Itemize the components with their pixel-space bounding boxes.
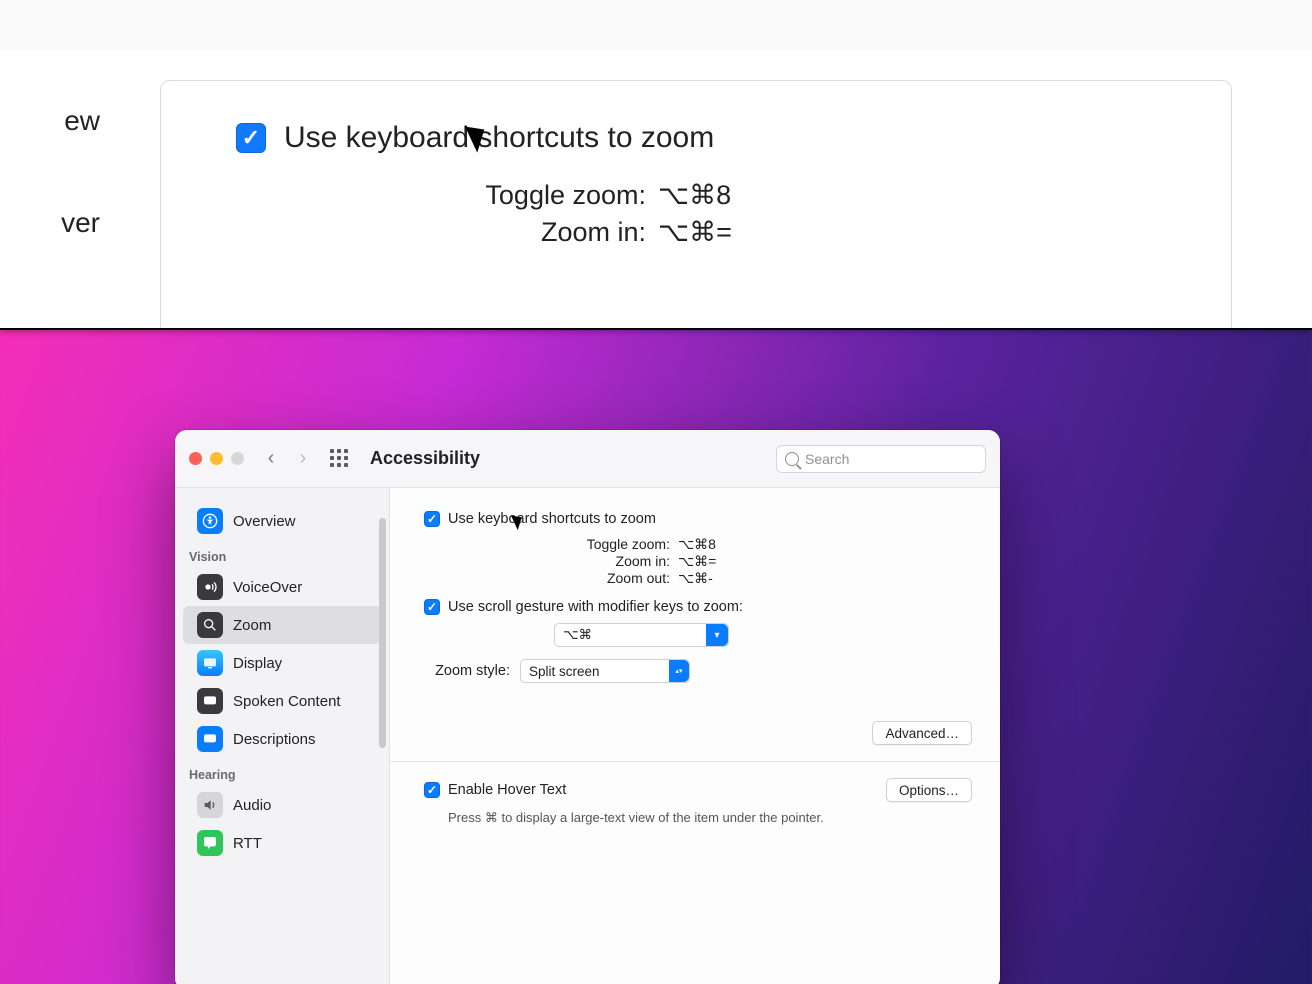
updown-caret-icon: ▴▾	[669, 660, 689, 682]
advanced-button[interactable]: Advanced…	[872, 721, 972, 745]
sidebar-item-rtt[interactable]: RTT	[183, 824, 381, 862]
zoom-style-label: Zoom style:	[424, 663, 510, 679]
spoken-content-icon	[197, 688, 223, 714]
modifier-key-select[interactable]: ⌥⌘ ▾	[554, 623, 729, 647]
fullscreen-button[interactable]	[231, 452, 244, 465]
accessibility-icon	[197, 508, 223, 534]
advanced-button-label: Advanced…	[885, 726, 959, 741]
zoom-split-overlay: ew ver Use keyboard shortcuts to zoom To…	[0, 0, 1312, 330]
sidebar-label-voiceover: VoiceOver	[233, 579, 302, 596]
overlay-frag-text-1: ew	[0, 50, 100, 137]
overlay-use-kb-row: Use keyboard shortcuts to zoom	[236, 121, 1231, 155]
options-button-label: Options…	[899, 783, 959, 798]
zoom-out-keys: ⌥⌘-	[678, 570, 713, 587]
minimize-button[interactable]	[210, 452, 223, 465]
sidebar-scrollbar-thumb[interactable]	[379, 518, 386, 748]
use-scroll-gesture-checkbox[interactable]	[424, 599, 440, 615]
overlay-frag-text-2: ver	[0, 137, 100, 239]
overlay-use-kb-checkbox[interactable]	[236, 123, 266, 153]
overlay-toggle-label: Toggle zoom:	[471, 180, 646, 211]
shortcut-list: Toggle zoom: ⌥⌘8 Zoom in: ⌥⌘= Zoom out: …	[570, 536, 972, 587]
zoom-in-label: Zoom in:	[570, 553, 670, 570]
svg-text:99: 99	[207, 736, 213, 742]
sidebar-label-descriptions: Descriptions	[233, 731, 316, 748]
sidebar-label-display: Display	[233, 655, 282, 672]
sidebar-label-overview: Overview	[233, 513, 296, 530]
overlay-titlebar-frag	[0, 0, 1312, 50]
use-kb-shortcuts-checkbox[interactable]	[424, 511, 440, 527]
overlay-use-kb-label: Use keyboard shortcuts to zoom	[284, 121, 714, 155]
sidebar-item-spoken[interactable]: Spoken Content	[183, 682, 381, 720]
overlay-shortcut-list: Toggle zoom: ⌥⌘8 Zoom in: ⌥⌘=	[471, 180, 1231, 248]
sidebar: Overview Vision VoiceOver Zoom Displa	[175, 488, 390, 984]
show-all-grid-icon[interactable]	[330, 449, 350, 469]
zoom-style-value: Split screen	[529, 664, 600, 679]
sidebar-item-zoom[interactable]: Zoom	[183, 606, 381, 644]
overlay-in-keys: ⌥⌘=	[658, 217, 732, 248]
sidebar-header-hearing: Hearing	[175, 758, 389, 786]
rtt-icon	[197, 830, 223, 856]
modifier-key-value: ⌥⌘	[563, 627, 592, 643]
sidebar-label-spoken: Spoken Content	[233, 693, 341, 710]
sidebar-label-rtt: RTT	[233, 835, 262, 852]
hover-text-row: Enable Hover Text Options…	[424, 778, 972, 802]
audio-icon	[197, 792, 223, 818]
overlay-sidebar-fragment: ew ver	[0, 50, 100, 239]
descriptions-icon: 99	[197, 726, 223, 752]
hover-text-hint: Press ⌘ to display a large-text view of …	[448, 810, 972, 826]
sidebar-label-audio: Audio	[233, 797, 271, 814]
use-scroll-gesture-row: Use scroll gesture with modifier keys to…	[424, 599, 972, 615]
search-placeholder: Search	[805, 451, 849, 467]
sidebar-item-display[interactable]: Display	[183, 644, 381, 682]
sidebar-item-audio[interactable]: Audio	[183, 786, 381, 824]
overlay-content-panel: Use keyboard shortcuts to zoom Toggle zo…	[160, 80, 1232, 328]
hover-text-label: Enable Hover Text	[448, 782, 566, 798]
close-button[interactable]	[189, 452, 202, 465]
options-button[interactable]: Options…	[886, 778, 972, 802]
display-icon	[197, 650, 223, 676]
overlay-in-label: Zoom in:	[471, 217, 646, 248]
search-icon	[785, 452, 799, 466]
sidebar-item-descriptions[interactable]: 99 Descriptions	[183, 720, 381, 758]
chevron-down-icon: ▾	[706, 624, 728, 646]
use-scroll-gesture-label: Use scroll gesture with modifier keys to…	[448, 599, 743, 615]
toggle-zoom-keys: ⌥⌘8	[678, 536, 716, 553]
sidebar-item-voiceover[interactable]: VoiceOver	[183, 568, 381, 606]
toggle-zoom-label: Toggle zoom:	[570, 536, 670, 553]
search-field[interactable]: Search	[776, 445, 986, 473]
zoom-style-row: Zoom style: Split screen ▴▾	[424, 659, 972, 683]
divider	[390, 761, 1000, 762]
sidebar-item-overview[interactable]: Overview	[183, 502, 381, 540]
hover-text-checkbox[interactable]	[424, 782, 440, 798]
zoom-icon	[197, 612, 223, 638]
voiceover-icon	[197, 574, 223, 600]
forward-button[interactable]: ›	[292, 447, 314, 470]
use-kb-shortcuts-row: Use keyboard shortcuts to zoom	[424, 510, 972, 528]
zoom-style-select[interactable]: Split screen ▴▾	[520, 659, 690, 683]
window-title: Accessibility	[370, 448, 480, 469]
use-kb-shortcuts-label: Use keyboard shortcuts to zoom	[448, 511, 656, 527]
window-toolbar: ‹ › Accessibility Search	[175, 430, 1000, 488]
traffic-lights	[189, 452, 244, 465]
back-button[interactable]: ‹	[260, 447, 282, 470]
sidebar-label-zoom: Zoom	[233, 617, 271, 634]
overlay-toggle-keys: ⌥⌘8	[658, 180, 731, 211]
zoom-out-label: Zoom out:	[570, 570, 670, 587]
sidebar-header-vision: Vision	[175, 540, 389, 568]
zoom-in-keys: ⌥⌘=	[678, 553, 716, 570]
system-preferences-window: ‹ › Accessibility Search Overview Vision	[175, 430, 1000, 984]
content-pane: Use keyboard shortcuts to zoom Toggle zo…	[390, 488, 1000, 984]
